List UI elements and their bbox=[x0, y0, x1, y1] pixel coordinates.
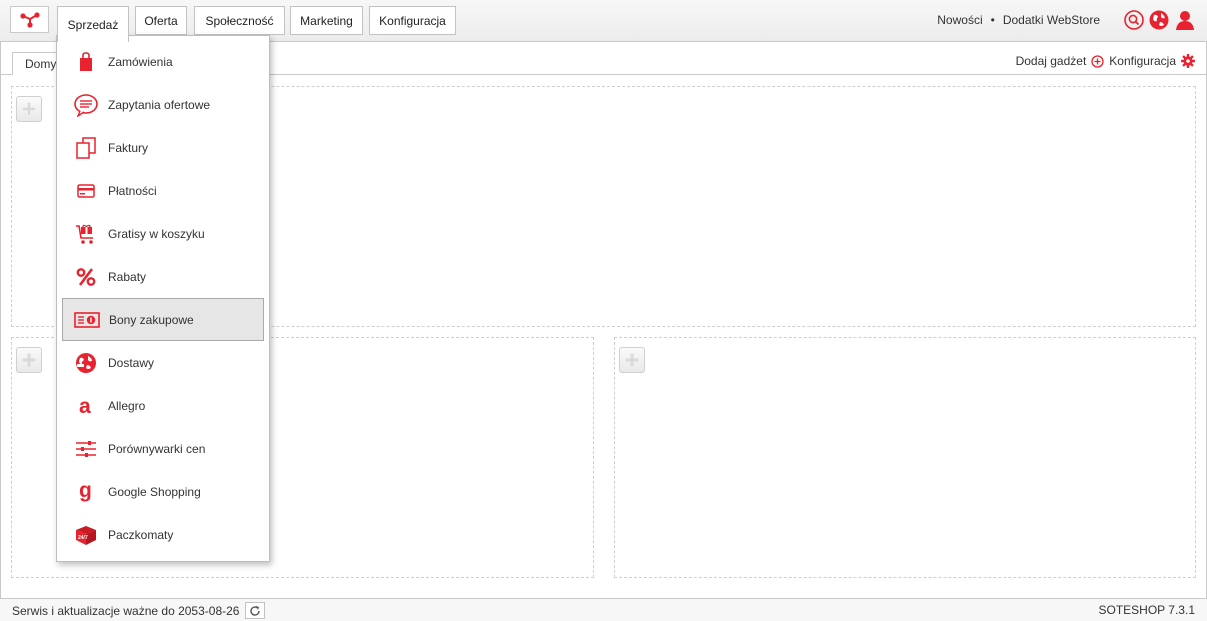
menu-item-label: Google Shopping bbox=[108, 484, 201, 499]
add-gadget-button[interactable] bbox=[16, 96, 42, 122]
plus-icon bbox=[22, 102, 36, 116]
sliders-icon bbox=[72, 437, 100, 461]
menu-item-label: Zapytania ofertowe bbox=[108, 97, 211, 112]
svg-text:24/7: 24/7 bbox=[78, 535, 88, 541]
link-separator: • bbox=[990, 13, 995, 27]
menu-item-zamowienia[interactable]: Zamówienia bbox=[62, 40, 264, 83]
sales-dropdown-menu: Zamówienia Zapytania ofertowe Faktury Pł… bbox=[56, 35, 270, 562]
tab-sprzedaz[interactable]: Sprzedaż bbox=[57, 6, 129, 42]
app-version: SOTESHOP 7.3.1 bbox=[1098, 603, 1196, 617]
gear-icon[interactable] bbox=[1181, 54, 1195, 68]
link-nowosci[interactable]: Nowości bbox=[937, 13, 982, 27]
menu-item-label: Allegro bbox=[108, 398, 146, 413]
dashboard-actions: Dodaj gadżet Konfiguracja bbox=[1016, 54, 1195, 68]
menu-item-label: Paczkomaty bbox=[108, 527, 174, 542]
refresh-button[interactable] bbox=[245, 602, 266, 619]
menu-item-porownywarki-cen[interactable]: Porównywarki cen bbox=[62, 427, 264, 470]
link-dodatki-webstore[interactable]: Dodatki WebStore bbox=[1003, 13, 1100, 27]
tab-spolecznosc[interactable]: Społeczność bbox=[194, 6, 285, 35]
menu-item-label: Zamówienia bbox=[108, 54, 173, 69]
refresh-icon bbox=[250, 605, 261, 616]
google-icon: g bbox=[72, 480, 100, 504]
gadget-area-right bbox=[614, 337, 1196, 578]
top-right-links: Nowości • Dodatki WebStore bbox=[937, 13, 1100, 27]
plus-icon bbox=[22, 353, 36, 367]
allegro-icon: a bbox=[72, 394, 100, 418]
add-gadget-button[interactable] bbox=[619, 347, 645, 373]
plus-icon bbox=[625, 353, 639, 367]
documents-icon bbox=[72, 136, 100, 160]
menu-item-google-shopping[interactable]: g Google Shopping bbox=[62, 470, 264, 513]
voucher-icon bbox=[73, 308, 101, 332]
globe-icon[interactable] bbox=[1149, 10, 1169, 30]
parcel-locker-icon: 24/7 bbox=[72, 523, 100, 547]
soteshop-logo-icon bbox=[19, 11, 40, 28]
percent-icon bbox=[72, 265, 100, 289]
menu-item-gratisy-w-koszyku[interactable]: Gratisy w koszyku bbox=[62, 212, 264, 255]
chat-bubble-icon bbox=[72, 93, 100, 117]
menu-item-label: Porównywarki cen bbox=[108, 441, 206, 456]
logo-button[interactable] bbox=[10, 6, 49, 33]
menu-item-label: Gratisy w koszyku bbox=[108, 226, 205, 241]
globe-delivery-icon bbox=[72, 351, 100, 375]
menu-item-dostawy[interactable]: Dostawy bbox=[62, 341, 264, 384]
menu-item-bony-zakupowe[interactable]: Bony zakupowe bbox=[62, 298, 264, 341]
menu-item-faktury[interactable]: Faktury bbox=[62, 126, 264, 169]
menu-item-allegro[interactable]: a Allegro bbox=[62, 384, 264, 427]
credit-card-icon bbox=[72, 179, 100, 203]
menu-item-label: Faktury bbox=[108, 140, 149, 155]
menu-item-label: Płatności bbox=[108, 183, 157, 198]
menu-item-label: Dostawy bbox=[108, 355, 155, 370]
tab-marketing[interactable]: Marketing bbox=[290, 6, 363, 35]
user-icon[interactable] bbox=[1175, 10, 1195, 30]
tab-konfiguracja[interactable]: Konfiguracja bbox=[369, 6, 456, 35]
shopping-bag-icon bbox=[72, 50, 100, 74]
status-bar: Serwis i aktualizacje ważne do 2053-08-2… bbox=[0, 598, 1207, 621]
menu-item-label: Bony zakupowe bbox=[109, 312, 194, 327]
svg-text:a: a bbox=[79, 396, 91, 416]
service-expiry-text: Serwis i aktualizacje ważne do 2053-08-2… bbox=[12, 603, 240, 618]
search-icon[interactable] bbox=[1124, 10, 1144, 30]
menu-item-paczkomaty[interactable]: 24/7 Paczkomaty bbox=[62, 513, 264, 556]
add-gadget-button[interactable] bbox=[16, 347, 42, 373]
menu-item-platnosci[interactable]: Płatności bbox=[62, 169, 264, 212]
tab-oferta[interactable]: Oferta bbox=[135, 6, 187, 35]
add-circle-icon[interactable] bbox=[1091, 54, 1104, 68]
gift-cart-icon bbox=[72, 222, 100, 246]
menu-item-zapytania-ofertowe[interactable]: Zapytania ofertowe bbox=[62, 83, 264, 126]
config-link[interactable]: Konfiguracja bbox=[1109, 54, 1176, 68]
menu-item-label: Rabaty bbox=[108, 269, 147, 284]
add-gadget-link[interactable]: Dodaj gadżet bbox=[1016, 54, 1087, 68]
menu-item-rabaty[interactable]: Rabaty bbox=[62, 255, 264, 298]
svg-text:g: g bbox=[79, 481, 92, 502]
